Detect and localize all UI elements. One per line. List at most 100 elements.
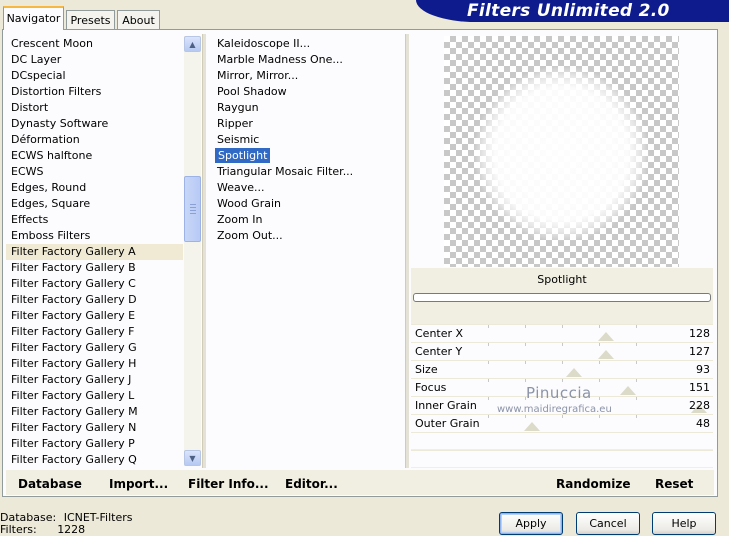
category-item[interactable]: Edges, Square bbox=[6, 196, 183, 212]
apply-button[interactable]: Apply bbox=[499, 512, 563, 535]
category-item[interactable]: Emboss Filters bbox=[6, 228, 183, 244]
filter-item[interactable]: Pool Shadow bbox=[212, 84, 402, 100]
category-item[interactable]: ECWS bbox=[6, 164, 183, 180]
category-item[interactable]: Crescent Moon bbox=[6, 36, 183, 52]
filter-item[interactable]: Marble Madness One... bbox=[212, 52, 402, 68]
category-item[interactable]: Filter Factory Gallery F bbox=[6, 324, 183, 340]
slider-track[interactable] bbox=[488, 325, 637, 342]
randomize-button[interactable]: Randomize bbox=[556, 476, 630, 492]
status-filters-label: Filters: bbox=[0, 523, 37, 536]
category-item[interactable]: Filter Factory Gallery E bbox=[6, 308, 183, 324]
slider-tick bbox=[636, 343, 637, 346]
filter-item[interactable]: Kaleidoscope II... bbox=[212, 36, 402, 52]
slider-track[interactable] bbox=[488, 361, 637, 378]
cancel-button[interactable]: Cancel bbox=[576, 512, 640, 535]
filter-item[interactable]: Wood Grain bbox=[212, 196, 402, 212]
filter-item-label: Spotlight bbox=[215, 148, 271, 163]
slider-tick bbox=[562, 343, 563, 346]
filter-item[interactable]: Zoom In bbox=[212, 212, 402, 228]
category-item[interactable]: Filter Factory Gallery L bbox=[6, 388, 183, 404]
category-item[interactable]: Filter Factory Gallery P bbox=[6, 436, 183, 452]
divider bbox=[405, 34, 409, 468]
category-list[interactable]: Crescent Moon DC Layer DCspecial Distortion… bbox=[6, 36, 183, 468]
tab-about[interactable]: About bbox=[117, 10, 160, 29]
category-item[interactable]: Déformation bbox=[6, 132, 183, 148]
category-item[interactable]: Filter Factory Gallery D bbox=[6, 292, 183, 308]
category-item[interactable]: Filter Factory Gallery Q bbox=[6, 452, 183, 468]
slider-knob[interactable] bbox=[619, 386, 636, 395]
import-button[interactable]: Import... bbox=[109, 476, 168, 492]
filter-item[interactable]: Seismic bbox=[212, 132, 402, 148]
scroll-up-button[interactable]: ▲ bbox=[184, 36, 201, 52]
editor-button[interactable]: Editor... bbox=[285, 476, 338, 492]
category-item[interactable]: DCspecial bbox=[6, 68, 183, 84]
tab-navigator[interactable]: Navigator bbox=[3, 6, 64, 30]
tab-presets[interactable]: Presets bbox=[66, 10, 115, 29]
slider-outer-grain[interactable]: Outer Grain 48 bbox=[411, 414, 713, 432]
filter-item[interactable]: Zoom Out... bbox=[212, 228, 402, 244]
divider bbox=[202, 34, 206, 468]
slider-label: Outer Grain bbox=[415, 417, 480, 430]
category-item[interactable]: Edges, Round bbox=[6, 180, 183, 196]
category-item[interactable]: Filter Factory Gallery B bbox=[6, 260, 183, 276]
slider-label: Center X bbox=[415, 327, 464, 340]
slider-center-y[interactable]: Center Y 127 bbox=[411, 342, 713, 360]
slider-tick bbox=[636, 397, 637, 400]
filter-list[interactable]: Kaleidoscope II... Marble Madness One... M… bbox=[212, 36, 402, 466]
category-item[interactable]: Filter Factory Gallery G bbox=[6, 340, 183, 356]
progress-bar bbox=[413, 293, 711, 302]
slider-tick bbox=[488, 379, 489, 382]
category-item[interactable]: DC Layer bbox=[6, 52, 183, 68]
slider-size[interactable]: Size 93 bbox=[411, 360, 713, 378]
category-item[interactable]: Filter Factory Gallery A bbox=[6, 244, 183, 260]
slider-knob[interactable] bbox=[598, 332, 615, 341]
category-item[interactable]: Filter Factory Gallery C bbox=[6, 276, 183, 292]
category-item[interactable]: Filter Factory Gallery N bbox=[6, 420, 183, 436]
filter-item[interactable]: Raygun bbox=[212, 100, 402, 116]
slider-tick bbox=[525, 361, 526, 364]
filter-item-label: Ripper bbox=[217, 117, 253, 130]
category-item[interactable]: Filter Factory Gallery M bbox=[6, 404, 183, 420]
slider-center-x[interactable]: Center X 128 bbox=[411, 324, 713, 342]
category-item[interactable]: Dynasty Software bbox=[6, 116, 183, 132]
slider-knob[interactable] bbox=[524, 422, 541, 431]
filter-item[interactable]: Mirror, Mirror... bbox=[212, 68, 402, 84]
category-item[interactable]: Effects bbox=[6, 212, 183, 228]
category-item[interactable]: Filter Factory Gallery H bbox=[6, 356, 183, 372]
status-filters: Filters: 1228 bbox=[0, 524, 85, 536]
filter-item-label: Raygun bbox=[217, 101, 259, 114]
filter-item-label: Marble Madness One... bbox=[217, 53, 343, 66]
filter-item-label: Zoom Out... bbox=[217, 229, 283, 242]
filter-item-label: Zoom In bbox=[217, 213, 263, 226]
database-button[interactable]: Database bbox=[18, 476, 82, 492]
filter-item[interactable]: Weave... bbox=[212, 180, 402, 196]
scroll-down-button[interactable]: ▼ bbox=[184, 450, 201, 466]
filter-item[interactable]: Ripper bbox=[212, 116, 402, 132]
category-item[interactable]: Distort bbox=[6, 100, 183, 116]
category-scrollbar[interactable]: ▲ ▼ bbox=[184, 36, 201, 466]
filter-item-label: Seismic bbox=[217, 133, 260, 146]
filter-info-button[interactable]: Filter Info... bbox=[188, 476, 269, 492]
preview-image bbox=[444, 36, 679, 267]
slider-knob[interactable] bbox=[597, 350, 614, 359]
slider-tick bbox=[488, 397, 489, 400]
help-button[interactable]: Help bbox=[652, 512, 716, 535]
filter-item-label: Pool Shadow bbox=[217, 85, 287, 98]
slider-tick bbox=[488, 343, 489, 346]
filter-item[interactable]: Spotlight bbox=[212, 148, 402, 164]
slider-tick bbox=[599, 397, 600, 400]
slider-tick bbox=[636, 361, 637, 364]
reset-button[interactable]: Reset bbox=[655, 476, 693, 492]
category-item[interactable]: Filter Factory Gallery J bbox=[6, 372, 183, 388]
slider-track[interactable] bbox=[488, 415, 637, 432]
scrollbar-thumb[interactable] bbox=[184, 176, 201, 242]
filter-item[interactable]: Triangular Mosaic Filter... bbox=[212, 164, 402, 180]
slider-tick bbox=[599, 379, 600, 382]
slider-knob[interactable] bbox=[566, 368, 583, 377]
slider-track[interactable] bbox=[488, 343, 637, 360]
category-item[interactable]: Distortion Filters bbox=[6, 84, 183, 100]
slider-value: 48 bbox=[696, 417, 710, 430]
slider-tick bbox=[525, 325, 526, 328]
filter-item-label: Wood Grain bbox=[217, 197, 281, 210]
category-item[interactable]: ECWS halftone bbox=[6, 148, 183, 164]
